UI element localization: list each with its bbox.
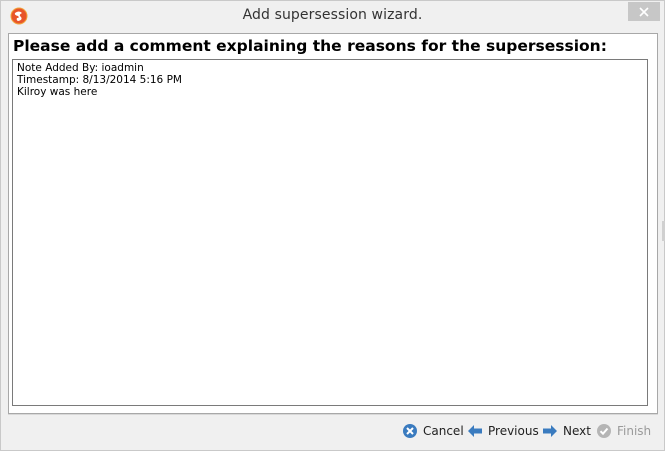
finish-label: Finish bbox=[617, 424, 652, 438]
window-title: Add supersession wizard. bbox=[242, 7, 423, 23]
previous-label: Previous bbox=[488, 424, 539, 438]
comment-line-text: Kilroy was here bbox=[17, 86, 98, 98]
comment-line-author: Note Added By: ioadmin bbox=[17, 62, 144, 74]
page-heading: Please add a comment explaining the reas… bbox=[13, 37, 607, 55]
next-button[interactable]: Next bbox=[542, 422, 591, 440]
wizard-footer: Cancel Previous Next Finish bbox=[8, 414, 658, 447]
cancel-icon bbox=[402, 423, 418, 439]
cancel-label: Cancel bbox=[423, 424, 464, 438]
content-panel: Please add a comment explaining the reas… bbox=[8, 33, 658, 414]
wizard-window: Add supersession wizard. Please add a co… bbox=[0, 0, 665, 451]
arrow-right-icon bbox=[542, 423, 558, 439]
checkmark-icon bbox=[596, 423, 612, 439]
finish-button[interactable]: Finish bbox=[596, 422, 651, 440]
cancel-button[interactable]: Cancel bbox=[402, 422, 464, 440]
close-button[interactable] bbox=[628, 2, 660, 21]
next-label: Next bbox=[563, 424, 591, 438]
title-bar[interactable]: Add supersession wizard. bbox=[1, 1, 664, 31]
previous-button[interactable]: Previous bbox=[467, 422, 539, 440]
comment-textarea[interactable]: Note Added By: ioadmin Timestamp: 8/13/2… bbox=[12, 59, 648, 406]
close-icon bbox=[639, 2, 649, 21]
arrow-left-icon bbox=[467, 423, 483, 439]
comment-line-timestamp: Timestamp: 8/13/2014 5:16 PM bbox=[17, 74, 182, 86]
